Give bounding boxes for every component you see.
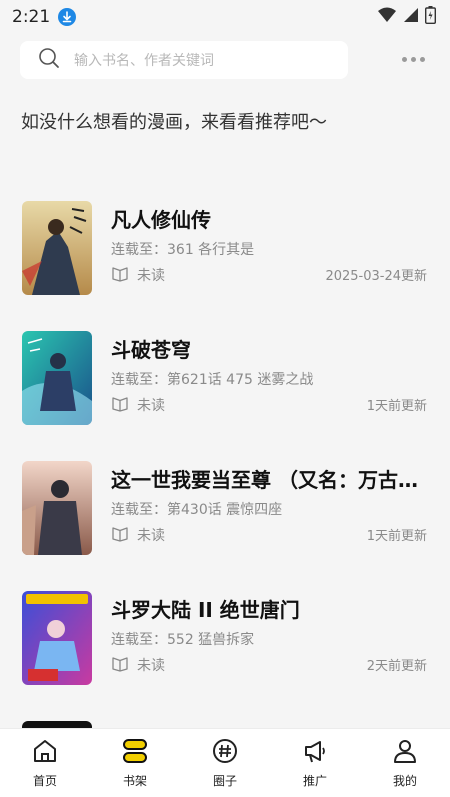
bottom-tab-bar: 首页 书架 圈子 推广 我的 xyxy=(0,728,450,797)
read-status-label: 未读 xyxy=(137,398,165,414)
read-status-label: 未读 xyxy=(137,528,165,544)
tab-label: 我的 xyxy=(392,773,417,788)
megaphone-icon xyxy=(302,738,328,768)
update-time: 1天前更新 xyxy=(366,399,427,414)
book-open-icon xyxy=(111,264,129,286)
dot-icon xyxy=(410,56,416,62)
tab-label: 圈子 xyxy=(212,773,237,788)
wifi-icon xyxy=(377,7,397,27)
book-chapter: 连载至：第430话 震惊四座 xyxy=(111,502,283,518)
tab-label: 首页 xyxy=(32,773,57,788)
book-chapter: 连载至：第621话 475 迷雾之战 xyxy=(111,372,314,388)
book-cover xyxy=(22,201,92,295)
clock: 2:21 xyxy=(12,7,51,27)
hashtag-icon xyxy=(212,738,238,768)
tab-home[interactable]: 首页 xyxy=(5,738,85,789)
book-cover xyxy=(22,461,92,555)
read-status: 未读 xyxy=(111,394,165,416)
book-item[interactable]: 这一世我要当至尊 （又名：万古… 连载至：第430话 震惊四座 未读 1天前更新 xyxy=(0,461,450,591)
book-list: 凡人修仙传 连载至：361 各行其是 未读 2025-03-24更新 斗破苍穹 … xyxy=(0,201,450,721)
book-item[interactable]: 凡人修仙传 连载至：361 各行其是 未读 2025-03-24更新 xyxy=(0,201,450,331)
tab-profile[interactable]: 我的 xyxy=(365,738,445,789)
profile-icon xyxy=(392,738,418,768)
update-time: 2025-03-24更新 xyxy=(325,269,427,284)
read-status-label: 未读 xyxy=(137,268,165,284)
book-open-icon xyxy=(111,654,129,676)
book-title: 凡人修仙传 xyxy=(111,208,211,232)
book-title: 斗破苍穹 xyxy=(111,338,191,362)
read-status-label: 未读 xyxy=(137,658,165,674)
book-item[interactable]: 斗破苍穹 连载至：第621话 475 迷雾之战 未读 1天前更新 xyxy=(0,331,450,461)
search-icon xyxy=(38,47,60,73)
tab-bookshelf[interactable]: 书架 xyxy=(95,738,175,789)
status-bar: 2:21 xyxy=(0,0,450,34)
status-left: 2:21 xyxy=(12,7,77,27)
book-open-icon xyxy=(111,394,129,416)
recommend-prompt: 如没什么想看的漫画，来看看推荐吧～ xyxy=(21,112,327,133)
book-open-icon xyxy=(111,524,129,546)
bookshelf-icon xyxy=(122,738,148,768)
status-right xyxy=(377,6,437,28)
book-chapter: 连载至：552 猛兽拆家 xyxy=(111,632,255,648)
read-status: 未读 xyxy=(111,524,165,546)
dot-icon xyxy=(401,56,407,62)
search-placeholder: 输入书名、作者关键词 xyxy=(74,53,214,69)
book-title: 这一世我要当至尊 （又名：万古… xyxy=(111,468,418,492)
home-icon xyxy=(32,738,58,768)
battery-icon xyxy=(424,6,437,28)
dot-icon xyxy=(419,56,425,62)
tab-community[interactable]: 圈子 xyxy=(185,738,265,789)
book-chapter: 连载至：361 各行其是 xyxy=(111,242,255,258)
book-item[interactable]: 斗罗大陆 II 绝世唐门 连载至：552 猛兽拆家 未读 2天前更新 xyxy=(0,591,450,721)
tab-promotion[interactable]: 推广 xyxy=(275,738,355,789)
tab-label: 书架 xyxy=(122,773,147,788)
more-options-button[interactable] xyxy=(398,48,428,70)
read-status: 未读 xyxy=(111,654,165,676)
read-status: 未读 xyxy=(111,264,165,286)
update-time: 1天前更新 xyxy=(366,529,427,544)
download-icon xyxy=(58,8,77,26)
book-cover xyxy=(22,331,92,425)
update-time: 2天前更新 xyxy=(366,659,427,674)
tab-label: 推广 xyxy=(302,773,327,788)
search-input[interactable]: 输入书名、作者关键词 xyxy=(20,41,348,79)
book-cover xyxy=(22,591,92,685)
book-title: 斗罗大陆 II 绝世唐门 xyxy=(111,598,300,622)
search-row: 输入书名、作者关键词 xyxy=(20,40,430,80)
signal-icon xyxy=(403,7,419,27)
